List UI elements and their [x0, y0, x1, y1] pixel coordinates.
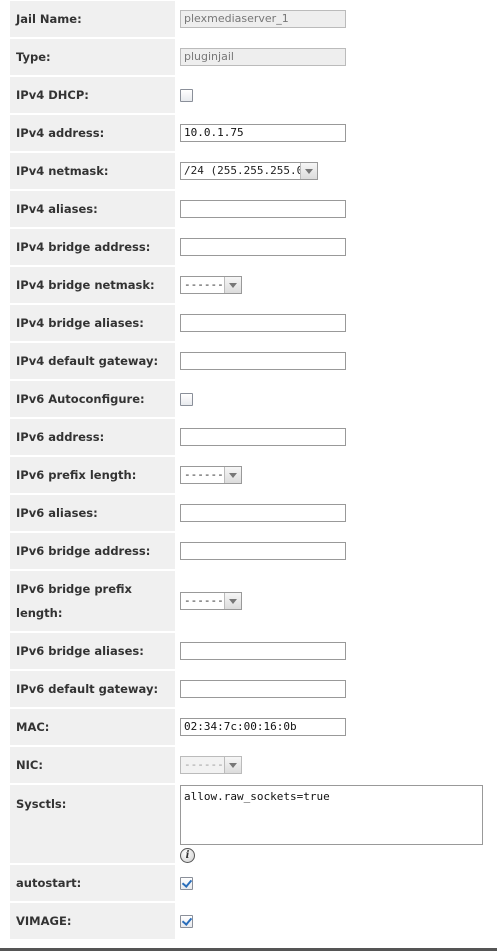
label-ipv4-bridge-aliases: IPv4 bridge aliases: [10, 305, 175, 341]
chevron-down-icon [300, 163, 317, 179]
row-ipv6-prefix-length: IPv6 prefix length: --------- [0, 456, 497, 494]
label-ipv4-netmask: IPv4 netmask: [10, 153, 175, 189]
row-ipv6-address: IPv6 address: [0, 418, 497, 456]
ipv6-prefix-length-value: --------- [184, 468, 224, 481]
row-ipv4-bridge-aliases: IPv4 bridge aliases: [0, 304, 497, 342]
nic-select[interactable]: --------- [180, 756, 242, 774]
row-ipv4-netmask: IPv4 netmask: /24 (255.255.255.0) [0, 152, 497, 190]
row-jail-name: Jail Name: plexmediaserver_1 [0, 0, 497, 38]
label-ipv6-bridge-address: IPv6 bridge address: [10, 533, 175, 569]
chevron-down-icon [224, 277, 241, 293]
ipv4-netmask-select[interactable]: /24 (255.255.255.0) [180, 162, 318, 180]
label-autostart: autostart: [10, 865, 175, 901]
jail-name-input[interactable]: plexmediaserver_1 [180, 10, 346, 28]
chevron-down-icon [224, 467, 241, 483]
label-type: Type: [10, 39, 175, 75]
label-vimage: VIMAGE: [10, 903, 175, 939]
ipv6-autoconfigure-checkbox[interactable] [180, 392, 193, 406]
label-sysctls: Sysctls: [10, 785, 175, 863]
mac-input[interactable]: 02:34:7c:00:16:0b [180, 718, 346, 736]
row-ipv4-default-gateway: IPv4 default gateway: [0, 342, 497, 380]
ipv6-bridge-prefix-length-value: --------- [184, 594, 224, 607]
chevron-down-icon [224, 757, 241, 773]
ipv6-bridge-prefix-length-select[interactable]: --------- [180, 592, 242, 610]
row-ipv6-default-gateway: IPv6 default gateway: [0, 670, 497, 708]
row-ipv6-bridge-address: IPv6 bridge address: [0, 532, 497, 570]
ipv6-bridge-aliases-input[interactable] [180, 642, 346, 660]
row-autostart: autostart: [0, 864, 497, 902]
ipv4-bridge-aliases-input[interactable] [180, 314, 346, 332]
nic-value: --------- [184, 758, 224, 771]
label-ipv6-bridge-prefix-length-line2: length: [16, 606, 63, 620]
row-ipv4-bridge-address: IPv4 bridge address: [0, 228, 497, 266]
ipv4-default-gateway-input[interactable] [180, 352, 346, 370]
sysctls-textarea[interactable]: allow.raw_sockets=true [180, 785, 483, 845]
ipv4-address-input[interactable]: 10.0.1.75 [180, 124, 346, 142]
row-ipv4-dhcp: IPv4 DHCP: [0, 76, 497, 114]
ipv4-bridge-netmask-select[interactable]: --------- [180, 276, 242, 294]
row-ipv6-bridge-aliases: IPv6 bridge aliases: [0, 632, 497, 670]
row-ipv4-address: IPv4 address: 10.0.1.75 [0, 114, 497, 152]
ipv6-bridge-address-input[interactable] [180, 542, 346, 560]
row-sysctls: Sysctls: allow.raw_sockets=true i [0, 784, 497, 864]
type-input[interactable]: pluginjail [180, 48, 346, 66]
row-vimage: VIMAGE: [0, 902, 497, 940]
label-ipv4-bridge-address: IPv4 bridge address: [10, 229, 175, 265]
chevron-down-icon [224, 593, 241, 609]
row-ipv6-bridge-prefix-length: IPv6 bridge prefix length: --------- [0, 570, 497, 632]
ipv6-address-input[interactable] [180, 428, 346, 446]
label-ipv6-bridge-aliases: IPv6 bridge aliases: [10, 633, 175, 669]
vimage-checkbox[interactable] [180, 914, 193, 928]
ipv6-prefix-length-select[interactable]: --------- [180, 466, 242, 484]
label-ipv4-aliases: IPv4 aliases: [10, 191, 175, 227]
label-ipv6-default-gateway: IPv6 default gateway: [10, 671, 175, 707]
info-icon[interactable]: i [180, 848, 195, 863]
ipv6-default-gateway-input[interactable] [180, 680, 346, 698]
label-ipv4-bridge-netmask: IPv4 bridge netmask: [10, 267, 175, 303]
label-ipv4-default-gateway: IPv4 default gateway: [10, 343, 175, 379]
label-ipv6-bridge-prefix-length-line1: IPv6 bridge prefix [16, 582, 132, 596]
ipv4-aliases-input[interactable] [180, 200, 346, 218]
label-ipv6-bridge-prefix-length: IPv6 bridge prefix length: [10, 571, 175, 631]
label-jail-name: Jail Name: [10, 1, 175, 37]
ipv4-netmask-value: /24 (255.255.255.0) [184, 164, 300, 177]
row-type: Type: pluginjail [0, 38, 497, 76]
row-mac: MAC: 02:34:7c:00:16:0b [0, 708, 497, 746]
autostart-checkbox[interactable] [180, 876, 193, 890]
row-ipv6-autoconfigure: IPv6 Autoconfigure: [0, 380, 497, 418]
label-nic: NIC: [10, 747, 175, 783]
label-ipv6-aliases: IPv6 aliases: [10, 495, 175, 531]
ipv4-dhcp-checkbox[interactable] [180, 88, 193, 102]
label-ipv6-autoconfigure: IPv6 Autoconfigure: [10, 381, 175, 417]
row-nic: NIC: --------- [0, 746, 497, 784]
label-mac: MAC: [10, 709, 175, 745]
label-ipv6-address: IPv6 address: [10, 419, 175, 455]
label-ipv4-dhcp: IPv4 DHCP: [10, 77, 175, 113]
ipv4-bridge-address-input[interactable] [180, 238, 346, 256]
ipv4-bridge-netmask-value: --------- [184, 278, 224, 291]
jail-edit-form: Jail Name: plexmediaserver_1 Type: plugi… [0, 0, 497, 940]
label-ipv4-address: IPv4 address: [10, 115, 175, 151]
row-ipv6-aliases: IPv6 aliases: [0, 494, 497, 532]
label-ipv6-prefix-length: IPv6 prefix length: [10, 457, 175, 493]
row-ipv4-bridge-netmask: IPv4 bridge netmask: --------- [0, 266, 497, 304]
row-ipv4-aliases: IPv4 aliases: [0, 190, 497, 228]
ipv6-aliases-input[interactable] [180, 504, 346, 522]
